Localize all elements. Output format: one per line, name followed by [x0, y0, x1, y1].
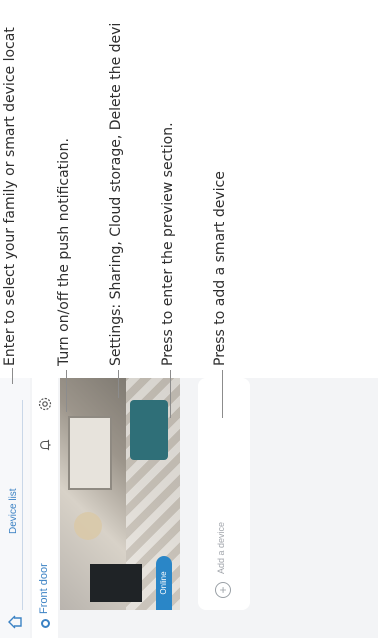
leader-line-1	[12, 368, 13, 384]
callout-preview: Press to enter the preview section.	[160, 122, 176, 366]
callout-add-device: Press to add a smart device	[212, 171, 228, 366]
device-name[interactable]: Front door	[38, 563, 50, 614]
tab-device-list[interactable]: Device list	[8, 488, 19, 534]
callout-select-family: Enter to select your family or smart dev…	[2, 27, 18, 366]
preview-tv	[90, 564, 142, 602]
device-location-icon	[41, 619, 50, 628]
bell-icon[interactable]	[38, 438, 52, 452]
leader-line-5	[222, 370, 223, 418]
add-device-card[interactable]: + Add a device	[198, 378, 250, 610]
device-header: Front door	[32, 378, 58, 638]
leader-line-4	[170, 370, 171, 418]
manual-page: Device list Front door Online + Add a de…	[0, 0, 378, 638]
camera-preview[interactable]: Online	[60, 378, 180, 610]
callout-push-notification: Turn on/off the push notification.	[56, 138, 72, 366]
tab-underline	[22, 400, 23, 610]
callout-settings: Settings: Sharing, Cloud storage, Delete…	[108, 22, 124, 366]
preview-window	[68, 416, 112, 490]
preview-sofa	[130, 400, 168, 460]
preview-lamp	[74, 512, 102, 540]
top-bar: Device list	[0, 378, 30, 638]
home-icon[interactable]	[7, 614, 23, 630]
phone-screen: Device list Front door Online + Add a de…	[0, 378, 378, 638]
add-device-label: Add a device	[216, 521, 226, 574]
gear-icon[interactable]	[37, 396, 53, 412]
status-badge: Online	[156, 556, 172, 610]
plus-circle-icon[interactable]: +	[215, 582, 231, 598]
leader-line-2	[66, 370, 67, 412]
callouts: Enter to select your family or smart dev…	[0, 0, 378, 418]
leader-line-3	[118, 370, 119, 398]
